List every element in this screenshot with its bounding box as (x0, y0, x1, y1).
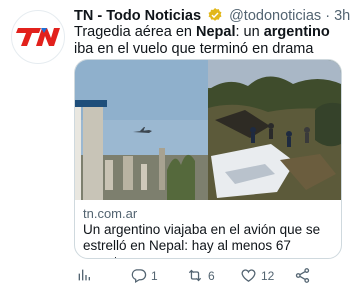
author-handle[interactable]: @todonoticias (229, 8, 321, 24)
link-card[interactable]: tn.com.ar Un argentino viajaba en el avi… (74, 59, 342, 259)
analytics-icon (78, 269, 90, 281)
retweet-icon (188, 269, 202, 282)
share-button[interactable] (294, 267, 311, 284)
tweet-text-run: : un (235, 24, 264, 40)
reply-count: 1 (151, 268, 158, 283)
separator-dot: · (325, 8, 331, 24)
retweet-count: 6 (208, 268, 215, 283)
tweet-text: Tragedia aérea en Nepal: un argentino ib… (74, 24, 342, 58)
tweet-text-run: Tragedia aérea en (74, 24, 196, 40)
tn-logo-icon (16, 28, 60, 46)
like-count: 12 (261, 268, 275, 283)
like-button[interactable]: 12 (240, 267, 274, 284)
retweet-button[interactable]: 6 (186, 267, 215, 284)
tweet-text-bold: Nepal (196, 24, 236, 40)
avatar[interactable] (11, 10, 65, 64)
card-title: Un argentino viajaba en el avión que se … (83, 222, 321, 258)
tweet-text-run: iba en el vuelo que terminó en drama (74, 41, 314, 57)
share-icon (295, 268, 310, 283)
author-name[interactable]: TN - Todo Noticias (74, 8, 201, 24)
reply-button[interactable]: 1 (130, 267, 158, 284)
analytics-button[interactable] (76, 267, 92, 283)
heart-icon (241, 269, 256, 282)
tweet-text-bold: argentino (263, 24, 330, 40)
card-domain: tn.com.ar (83, 206, 138, 221)
news-photo (75, 60, 341, 200)
tweet-actions: 1 6 12 (74, 265, 344, 289)
reply-icon (131, 269, 147, 284)
timestamp[interactable]: 3h (334, 8, 350, 24)
